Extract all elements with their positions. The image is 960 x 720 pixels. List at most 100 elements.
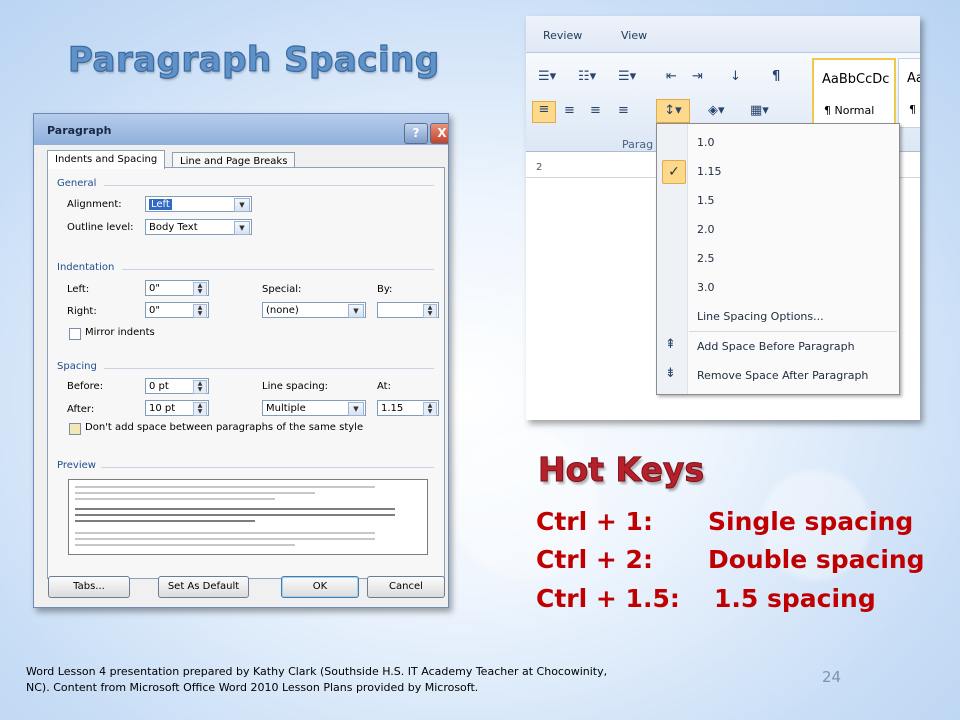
tab-review[interactable]: Review xyxy=(543,29,582,42)
bullets-icon[interactable]: ☰▾ xyxy=(538,69,556,85)
line-spacing-button[interactable]: ↕▾ xyxy=(656,99,690,123)
space-after-input[interactable]: 10 pt ▲ ▼ xyxy=(145,400,209,416)
left-indent-input[interactable]: 0" ▲ ▼ xyxy=(145,280,209,296)
hotkey-action: Single spacing xyxy=(708,507,914,536)
line-spacing-options[interactable]: Line Spacing Options... xyxy=(697,310,824,323)
checkmark-icon: ✓ xyxy=(662,160,686,184)
preview-line xyxy=(75,538,375,540)
dropdown-arrow-icon: ▼ xyxy=(234,221,250,235)
close-button[interactable]: X xyxy=(430,123,448,144)
spinner-icon[interactable]: ▲ ▼ xyxy=(193,380,207,394)
divider xyxy=(101,467,434,468)
outline-level-select[interactable]: Body Text ▼ xyxy=(145,219,252,235)
help-button[interactable]: ? xyxy=(404,123,428,144)
ruler-mark: 2 xyxy=(536,162,543,173)
section-general: General xyxy=(57,178,97,189)
special-value: (none) xyxy=(266,305,299,316)
multilevel-list-icon[interactable]: ☰▾ xyxy=(618,69,636,85)
borders-icon[interactable]: ▦▾ xyxy=(750,103,769,119)
decrease-indent-icon[interactable]: ⇤ xyxy=(666,69,677,85)
special-label: Special: xyxy=(262,284,302,295)
spinner-icon[interactable]: ▲ ▼ xyxy=(193,282,207,296)
section-preview: Preview xyxy=(57,460,96,471)
preview-line xyxy=(75,486,375,488)
before-label: Before: xyxy=(67,381,104,392)
slide-title: Paragraph Spacing xyxy=(67,39,440,80)
menu-item-1-5[interactable]: 1.5 xyxy=(697,194,715,207)
mirror-indents-checkbox[interactable] xyxy=(69,328,81,340)
remove-space-after-icon: ⇟ xyxy=(665,366,676,381)
section-indentation: Indentation xyxy=(57,262,115,273)
left-indent-label: Left: xyxy=(67,284,90,295)
style-normal[interactable]: AaBbCcDc ¶ Normal xyxy=(812,58,896,128)
menu-item-3-0[interactable]: 3.0 xyxy=(697,281,715,294)
spinner-icon[interactable]: ▲ ▼ xyxy=(423,402,437,416)
by-input[interactable]: ▲ ▼ xyxy=(377,302,439,318)
spinner-icon[interactable]: ▲ ▼ xyxy=(193,304,207,318)
ok-button[interactable]: OK xyxy=(281,576,359,598)
style-sample: Aa xyxy=(907,71,920,86)
divider xyxy=(122,269,434,270)
line-spacing-select[interactable]: Multiple ▼ xyxy=(262,400,366,416)
ribbon-tab-bar: Review View xyxy=(526,16,920,53)
line-spacing-value: Multiple xyxy=(266,403,306,414)
align-right-icon[interactable]: ≡ xyxy=(590,103,601,119)
menu-item-1-0[interactable]: 1.0 xyxy=(697,136,715,149)
ribbon-screenshot: Review View ☰▾ ☷▾ ☰▾ ⇤ ⇥ ↓ ¶ ≡ ≡ ≡ ≡ ↕▾ … xyxy=(526,16,920,420)
hotkey-keys: Ctrl + 1.5: xyxy=(536,584,680,613)
alignment-select[interactable]: Left ▼ xyxy=(145,196,252,212)
after-label: After: xyxy=(67,404,95,415)
dont-add-space-checkbox[interactable] xyxy=(69,423,81,435)
preview-line xyxy=(75,498,275,500)
style-next[interactable]: Aa ¶ N xyxy=(898,58,920,128)
tab-indents-and-spacing[interactable]: Indents and Spacing xyxy=(47,150,166,169)
cancel-button[interactable]: Cancel xyxy=(367,576,445,598)
remove-space-after-item[interactable]: Remove Space After Paragraph xyxy=(697,369,868,382)
style-sample: AaBbCcDc xyxy=(822,72,890,87)
increase-indent-icon[interactable]: ⇥ xyxy=(692,69,703,85)
numbering-icon[interactable]: ☷▾ xyxy=(578,69,596,85)
preview-line xyxy=(75,520,255,522)
dialog-title: Paragraph xyxy=(47,124,112,137)
dont-add-space-label: Don't add space between paragraphs of th… xyxy=(85,422,364,433)
page-number: 24 xyxy=(822,668,842,686)
mirror-indents-label: Mirror indents xyxy=(85,327,155,338)
hotkey-action: Double spacing xyxy=(708,545,925,574)
right-indent-input[interactable]: 0" ▲ ▼ xyxy=(145,302,209,318)
preview-line xyxy=(75,514,395,516)
menu-item-2-0[interactable]: 2.0 xyxy=(697,223,715,236)
menu-item-1-15[interactable]: 1.15 xyxy=(697,165,722,178)
space-before-input[interactable]: 0 pt ▲ ▼ xyxy=(145,378,209,394)
style-name: ¶ Normal xyxy=(824,104,875,117)
paragraph-dialog: Paragraph ? X Indents and Spacing Line a… xyxy=(33,113,449,608)
shading-icon[interactable]: ◈▾ xyxy=(708,103,725,119)
special-select[interactable]: (none) ▼ xyxy=(262,302,366,318)
set-as-default-button[interactable]: Set As Default xyxy=(158,576,249,598)
footer-credit: Word Lesson 4 presentation prepared by K… xyxy=(26,665,608,694)
alignment-value: Left xyxy=(149,199,172,210)
group-label: Parag xyxy=(622,138,654,151)
show-formatting-icon[interactable]: ¶ xyxy=(772,69,780,85)
dropdown-arrow-icon: ▼ xyxy=(234,198,250,212)
line-spacing-menu: ✓ 1.0 1.15 1.5 2.0 2.5 3.0 Line Spacing … xyxy=(656,123,900,395)
add-space-before-icon: ⇞ xyxy=(665,337,676,352)
dropdown-arrow-icon: ▼ xyxy=(348,402,364,416)
dialog-title-bar: Paragraph ? X xyxy=(34,114,448,145)
menu-item-2-5[interactable]: 2.5 xyxy=(697,252,715,265)
section-spacing: Spacing xyxy=(57,361,97,372)
hotkey-keys: Ctrl + 1: xyxy=(536,507,653,536)
line-spacing-label: Line spacing: xyxy=(262,381,329,392)
left-indent-value: 0" xyxy=(149,283,160,294)
tabs-button[interactable]: Tabs... xyxy=(48,576,130,598)
at-input[interactable]: 1.15 ▲ ▼ xyxy=(377,400,439,416)
at-value: 1.15 xyxy=(381,403,404,414)
spinner-icon[interactable]: ▲ ▼ xyxy=(423,304,437,318)
spinner-icon[interactable]: ▲ ▼ xyxy=(193,402,207,416)
sort-icon[interactable]: ↓ xyxy=(730,69,741,85)
align-center-icon[interactable]: ≡ xyxy=(564,103,575,119)
justify-icon[interactable]: ≡ xyxy=(618,103,629,119)
add-space-before-item[interactable]: Add Space Before Paragraph xyxy=(697,340,855,353)
preview-box xyxy=(68,479,428,555)
align-left-icon[interactable]: ≡ xyxy=(532,101,556,123)
tab-view[interactable]: View xyxy=(621,29,647,42)
